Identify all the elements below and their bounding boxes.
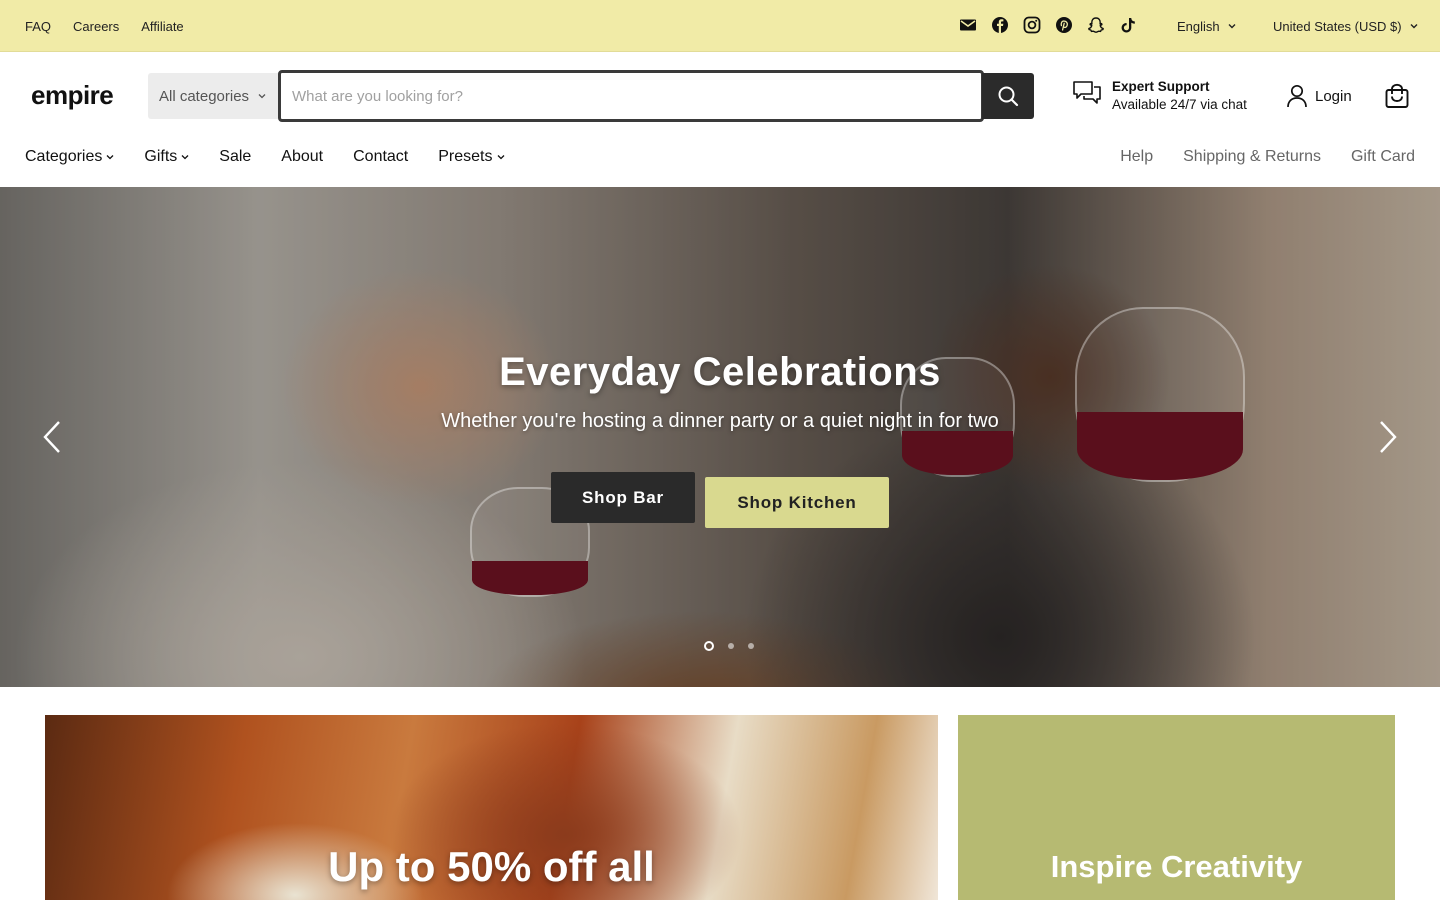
nav-item-gifts[interactable]: Gifts — [144, 148, 189, 166]
promo-inspire-title: Inspire Creativity — [1050, 849, 1303, 884]
slide-dot-1[interactable] — [704, 641, 714, 651]
login-label: Login — [1315, 87, 1352, 105]
slide-dots — [704, 641, 754, 651]
search-input[interactable] — [278, 70, 984, 122]
tiktok-icon[interactable] — [1119, 16, 1137, 34]
primary-nav: Categories Gifts Sale About Contact Pres… — [25, 148, 505, 166]
language-select[interactable]: English — [1177, 0, 1236, 52]
chat-support-icon — [1073, 81, 1101, 104]
hero-subtitle: Whether you're hosting a dinner party or… — [441, 410, 999, 432]
site-logo[interactable]: empire — [31, 80, 114, 111]
chevron-down-icon — [258, 94, 266, 99]
support-text: Expert Support Available 24/7 via chat — [1112, 78, 1247, 114]
nav-item-contact[interactable]: Contact — [353, 148, 408, 166]
nav-item-help[interactable]: Help — [1120, 148, 1153, 166]
chevron-down-icon — [181, 155, 189, 160]
chevron-down-icon — [497, 155, 504, 160]
chevron-right-icon[interactable] — [1376, 419, 1400, 455]
search-button[interactable] — [982, 73, 1034, 119]
shopping-bag-icon — [1385, 83, 1409, 108]
nav-label: Categories — [25, 148, 103, 165]
nav-item-categories[interactable]: Categories — [25, 148, 114, 166]
search-category-label: All categories — [159, 87, 250, 105]
nav-item-about[interactable]: About — [281, 148, 323, 166]
chevron-left-icon[interactable] — [40, 419, 64, 455]
nav-item-gift-card[interactable]: Gift Card — [1351, 148, 1415, 166]
promo-tile-sale[interactable]: Up to 50% off all — [45, 715, 938, 900]
faq-link[interactable]: FAQ — [25, 19, 51, 34]
support-subtitle: Available 24/7 via chat — [1112, 97, 1247, 112]
mail-icon[interactable] — [959, 16, 977, 34]
chevron-down-icon — [106, 155, 114, 160]
search-icon — [998, 86, 1019, 107]
search-category-select[interactable]: All categories — [148, 73, 278, 119]
expert-support[interactable]: Expert Support Available 24/7 via chat — [1072, 78, 1247, 114]
promo-tile-inspire[interactable]: Inspire Creativity — [958, 715, 1395, 900]
snapchat-icon[interactable] — [1087, 16, 1105, 34]
instagram-icon[interactable] — [1023, 16, 1041, 34]
nav-label: Presets — [438, 148, 493, 165]
currency-select[interactable]: United States (USD $) — [1273, 0, 1418, 52]
cart-button[interactable] — [1384, 83, 1410, 114]
chevron-down-icon — [1228, 24, 1236, 29]
promo-sale-title: Up to 50% off all — [328, 843, 655, 890]
secondary-nav: Help Shipping & Returns Gift Card — [1120, 148, 1415, 166]
hero-slideshow: Everyday Celebrations Whether you're hos… — [0, 187, 1440, 687]
slide-dot-3[interactable] — [748, 643, 754, 649]
site-header: empire All categories Expert Support Ava… — [0, 53, 1440, 139]
user-icon — [1287, 84, 1307, 108]
shop-kitchen-button[interactable]: Shop Kitchen — [705, 477, 889, 528]
nav-item-shipping-returns[interactable]: Shipping & Returns — [1183, 148, 1321, 166]
nav-label: Gifts — [144, 148, 178, 165]
currency-label: United States (USD $) — [1273, 18, 1402, 34]
login-link[interactable]: Login — [1286, 84, 1352, 108]
chevron-down-icon — [1410, 24, 1418, 29]
hero-title: Everyday Celebrations — [499, 350, 941, 394]
support-title: Expert Support — [1112, 79, 1210, 94]
language-label: English — [1177, 18, 1220, 34]
facebook-icon[interactable] — [991, 16, 1009, 34]
pinterest-icon[interactable] — [1055, 16, 1073, 34]
nav-item-presets[interactable]: Presets — [438, 148, 504, 166]
careers-link[interactable]: Careers — [73, 19, 119, 34]
social-links — [959, 16, 1137, 34]
slide-dot-2[interactable] — [728, 643, 734, 649]
shop-bar-button[interactable]: Shop Bar — [551, 472, 695, 523]
utility-links: FAQ Careers Affiliate — [25, 0, 184, 52]
nav-item-sale[interactable]: Sale — [219, 148, 251, 166]
search-bar: All categories — [148, 70, 1034, 122]
affiliate-link[interactable]: Affiliate — [141, 19, 183, 34]
utility-bar: FAQ Careers Affiliate English United Sta… — [0, 0, 1440, 52]
main-navigation: Categories Gifts Sale About Contact Pres… — [0, 139, 1440, 187]
